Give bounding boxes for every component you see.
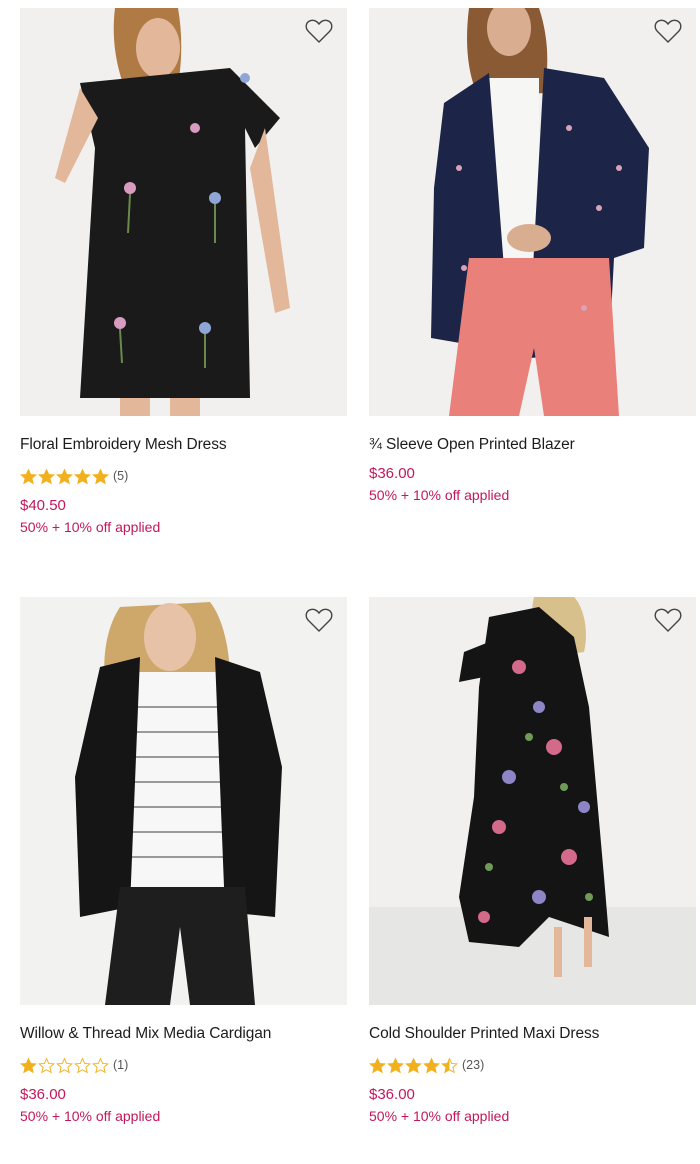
product-rating[interactable]: (23) — [369, 1056, 696, 1074]
product-price: $36.00 — [20, 1086, 66, 1103]
star-icon — [20, 1056, 37, 1073]
product-card[interactable]: Cold Shoulder Printed Maxi Dress (23) $3… — [369, 597, 696, 1124]
star-icon — [20, 467, 37, 484]
promo-text: 50% + 10% off applied — [20, 519, 161, 535]
product-title[interactable]: Cold Shoulder Printed Maxi Dress — [369, 1025, 696, 1043]
star-icon — [38, 467, 55, 484]
product-card[interactable]: Willow & Thread Mix Media Cardigan (1) $… — [20, 597, 347, 1124]
review-count: (1) — [113, 1058, 129, 1072]
heart-outline-icon[interactable] — [654, 18, 682, 44]
star-icon — [38, 1056, 55, 1073]
star-icon — [441, 1056, 458, 1073]
star-icon — [92, 467, 109, 484]
product-photo — [369, 597, 696, 1005]
product-photo — [20, 597, 347, 1005]
star-icon — [56, 1056, 73, 1073]
review-count: (5) — [113, 469, 129, 483]
star-icon — [405, 1056, 422, 1073]
promo-text: 50% + 10% off applied — [369, 487, 510, 503]
product-image[interactable] — [369, 8, 696, 416]
star-icon — [423, 1056, 440, 1073]
star-icon — [92, 1056, 109, 1073]
rating-stars — [20, 467, 109, 485]
star-icon — [387, 1056, 404, 1073]
product-rating[interactable]: (1) — [20, 1056, 347, 1074]
star-icon — [56, 467, 73, 484]
product-photo — [369, 8, 696, 416]
heart-outline-icon[interactable] — [305, 607, 333, 633]
promo-text: 50% + 10% off applied — [369, 1108, 510, 1124]
review-count: (23) — [462, 1058, 485, 1072]
product-title[interactable]: Floral Embroidery Mesh Dress — [20, 436, 347, 454]
rating-stars — [369, 1056, 458, 1074]
star-icon — [74, 467, 91, 484]
product-price: $36.00 — [369, 465, 415, 482]
product-image[interactable] — [20, 597, 347, 1005]
product-title[interactable]: ¾ Sleeve Open Printed Blazer — [369, 436, 696, 454]
product-price: $40.50 — [20, 497, 66, 514]
product-image[interactable] — [369, 597, 696, 1005]
star-icon — [369, 1056, 386, 1073]
product-card[interactable]: ¾ Sleeve Open Printed Blazer $36.00 50% … — [369, 8, 696, 503]
product-title[interactable]: Willow & Thread Mix Media Cardigan — [20, 1025, 347, 1043]
promo-text: 50% + 10% off applied — [20, 1108, 161, 1124]
product-image[interactable] — [20, 8, 347, 416]
rating-stars — [20, 1056, 109, 1074]
product-card[interactable]: Floral Embroidery Mesh Dress (5) $40.50 … — [20, 8, 347, 535]
product-rating[interactable]: (5) — [20, 467, 347, 485]
heart-outline-icon[interactable] — [305, 18, 333, 44]
heart-outline-icon[interactable] — [654, 607, 682, 633]
product-price: $36.00 — [369, 1086, 415, 1103]
product-photo — [20, 8, 347, 416]
star-icon — [74, 1056, 91, 1073]
